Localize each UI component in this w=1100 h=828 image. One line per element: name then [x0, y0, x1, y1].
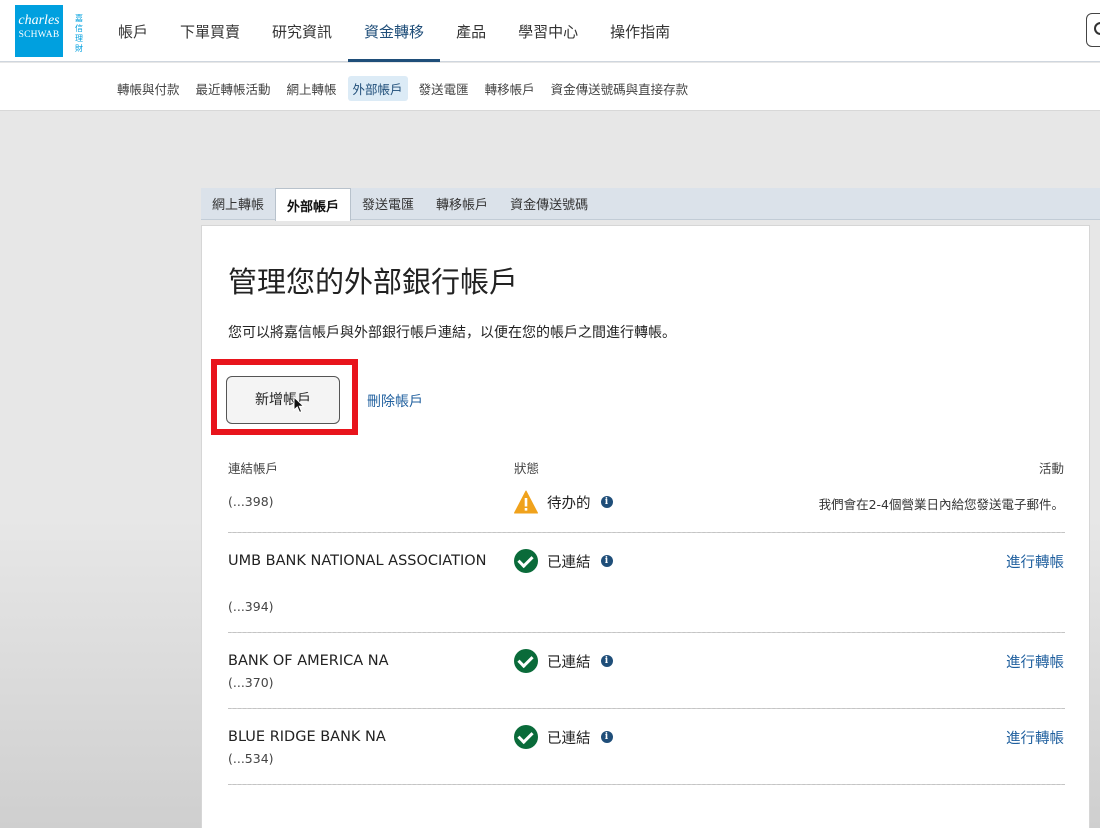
tab-transfer-account[interactable]: 轉移帳戶 — [425, 188, 499, 219]
subnav-transfer-account[interactable]: 轉移帳戶 — [480, 76, 540, 101]
remove-account-link[interactable]: 刪除帳戶 — [367, 391, 423, 411]
info-icon[interactable]: i — [600, 555, 613, 567]
status-label: 待办的 — [547, 495, 591, 512]
row-divider — [228, 784, 1065, 785]
subnav-external-accounts[interactable]: 外部帳戶 — [347, 76, 408, 101]
account-status: 已連結 i — [514, 725, 613, 749]
bank-name: BANK OF AMERICA NA — [228, 653, 389, 669]
add-account-button[interactable]: 新增帳戶 — [226, 376, 340, 424]
column-header-status: 狀態 — [514, 461, 540, 476]
external-accounts-card: 管理您的外部銀行帳戶 您可以將嘉信帳戶與外部銀行帳戶連結，以便在您的帳戶之間進行… — [201, 225, 1090, 828]
status-label: 已連結 — [547, 730, 591, 747]
tab-online-transfer[interactable]: 網上轉帳 — [201, 188, 275, 219]
logo-line2: SCHWAB — [18, 30, 60, 40]
bank-name: UMB BANK NATIONAL ASSOCIATION — [228, 553, 487, 569]
subnav-recent-activity[interactable]: 最近轉帳活動 — [191, 76, 276, 101]
check-circle-icon — [514, 725, 538, 749]
activity-note: 我們會在2-4個營業日內給您發送電子郵件。 — [818, 497, 1064, 512]
sub-header: 轉帳與付款 最近轉帳活動 網上轉帳 外部帳戶 發送電匯 轉移帳戶 資金傳送號碼與… — [0, 63, 1100, 111]
column-header-linked-account: 連結帳戶 — [228, 461, 279, 476]
tab-send-wire[interactable]: 發送電匯 — [351, 188, 425, 219]
nav-learning-center[interactable]: 學習中心 — [502, 0, 594, 62]
nav-research[interactable]: 研究資訊 — [256, 0, 348, 62]
check-circle-icon — [514, 549, 538, 573]
check-circle-icon — [514, 649, 538, 673]
page-title: 管理您的外部銀行帳戶 — [228, 265, 519, 299]
page-tabs: 網上轉帳 外部帳戶 發送電匯 轉移帳戶 資金傳送號碼 — [201, 188, 1100, 221]
subnav-send-wire[interactable]: 發送電匯 — [414, 76, 474, 101]
make-transfer-link[interactable]: 進行轉帳 — [1006, 727, 1064, 748]
nav-move-money[interactable]: 資金轉移 — [348, 0, 441, 62]
bank-name: BLUE RIDGE BANK NA — [228, 729, 386, 745]
status-label: 已連結 — [547, 654, 591, 671]
main-nav: 帳戶 下單買賣 研究資訊 資金轉移 產品 學習中心 操作指南 — [102, 0, 686, 62]
search-button[interactable] — [1086, 13, 1100, 47]
info-icon[interactable]: i — [600, 731, 613, 743]
nav-guide[interactable]: 操作指南 — [594, 0, 686, 62]
account-number: (...394) — [228, 599, 274, 614]
subnav-online-transfer[interactable]: 網上轉帳 — [282, 76, 342, 101]
make-transfer-link[interactable]: 進行轉帳 — [1006, 551, 1064, 572]
account-status: 已連結 i — [514, 549, 613, 573]
search-icon — [1094, 22, 1100, 35]
logo-line1: charles — [18, 13, 60, 28]
warning-icon — [514, 490, 538, 514]
logo-chinese-name: 嘉 信 理 財 — [75, 14, 83, 53]
subnav-transfers-payments[interactable]: 轉帳與付款 — [112, 76, 185, 101]
account-number: (...370) — [228, 675, 274, 690]
info-icon[interactable]: i — [600, 655, 613, 667]
row-divider — [228, 532, 1065, 533]
tab-routing-number[interactable]: 資金傳送號碼 — [499, 188, 599, 219]
nav-trade[interactable]: 下單買賣 — [164, 0, 256, 62]
account-number: (...398) — [228, 494, 274, 509]
account-status: 已連結 i — [514, 649, 613, 673]
nav-accounts[interactable]: 帳戶 — [102, 0, 164, 62]
account-number: (...534) — [228, 751, 274, 766]
column-header-activity: 活動 — [1038, 461, 1064, 476]
sub-nav: 轉帳與付款 最近轉帳活動 網上轉帳 外部帳戶 發送電匯 轉移帳戶 資金傳送號碼與… — [112, 76, 699, 101]
tab-external-accounts[interactable]: 外部帳戶 — [275, 188, 352, 221]
status-label: 已連結 — [547, 554, 591, 571]
schwab-logo[interactable]: charles SCHWAB — [15, 5, 63, 57]
make-transfer-link[interactable]: 進行轉帳 — [1006, 651, 1064, 672]
page-description: 您可以將嘉信帳戶與外部銀行帳戶連結，以便在您的帳戶之間進行轉帳。 — [228, 325, 676, 341]
mouse-cursor-icon — [293, 396, 305, 414]
info-icon[interactable]: i — [600, 496, 613, 508]
row-divider — [228, 632, 1065, 633]
nav-products[interactable]: 產品 — [440, 0, 502, 62]
top-header: charles SCHWAB 嘉 信 理 財 帳戶 下單買賣 研究資訊 資金轉移… — [0, 0, 1100, 62]
row-divider — [228, 708, 1065, 709]
account-status: 待办的 i — [514, 490, 613, 514]
subnav-routing-direct-deposit[interactable]: 資金傳送號碼與直接存款 — [546, 76, 694, 101]
